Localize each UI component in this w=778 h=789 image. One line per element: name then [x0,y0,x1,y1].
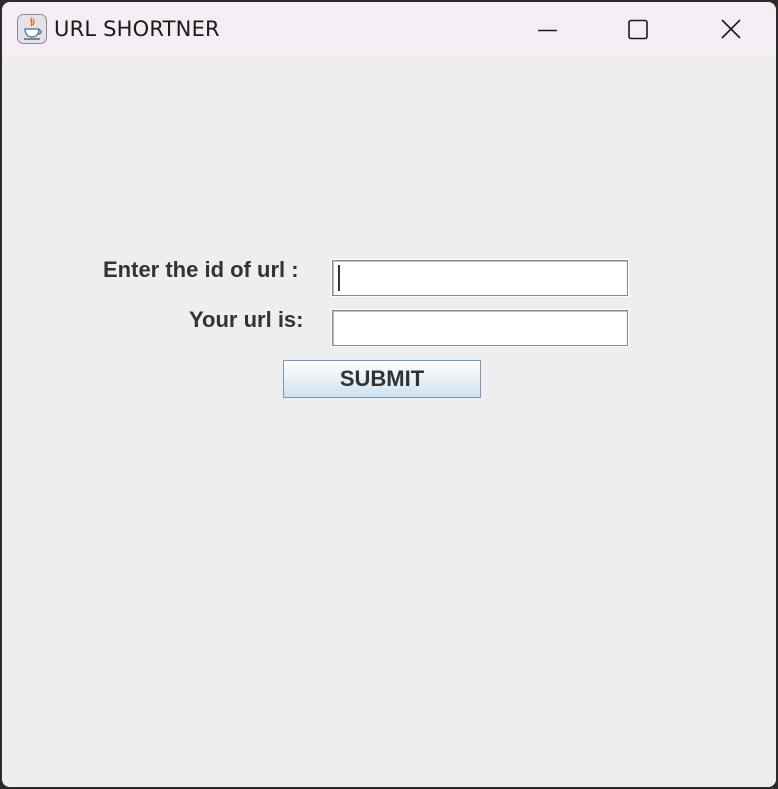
close-icon [721,19,741,39]
minimize-button[interactable] [524,8,570,52]
java-coffee-cup-icon[interactable] [17,14,47,44]
text-caret [338,265,340,291]
url-output-field[interactable] [332,310,628,346]
submit-button[interactable]: SUBMIT [283,360,481,398]
id-input[interactable] [332,260,628,296]
close-button[interactable] [708,8,754,52]
url-label: Your url is: [189,307,304,332]
id-label: Enter the id of url : [103,257,299,282]
title-bar[interactable]: URL SHORTNER [2,2,776,58]
window-title: URL SHORTNER [54,17,220,41]
maximize-icon [628,19,648,40]
maximize-button[interactable] [615,8,661,52]
content-panel: Enter the id of url : Your url is: SUBMI… [2,58,776,787]
app-window: URL SHORTNER Enter the id of url : Your … [2,2,776,787]
minimize-icon [538,29,557,32]
